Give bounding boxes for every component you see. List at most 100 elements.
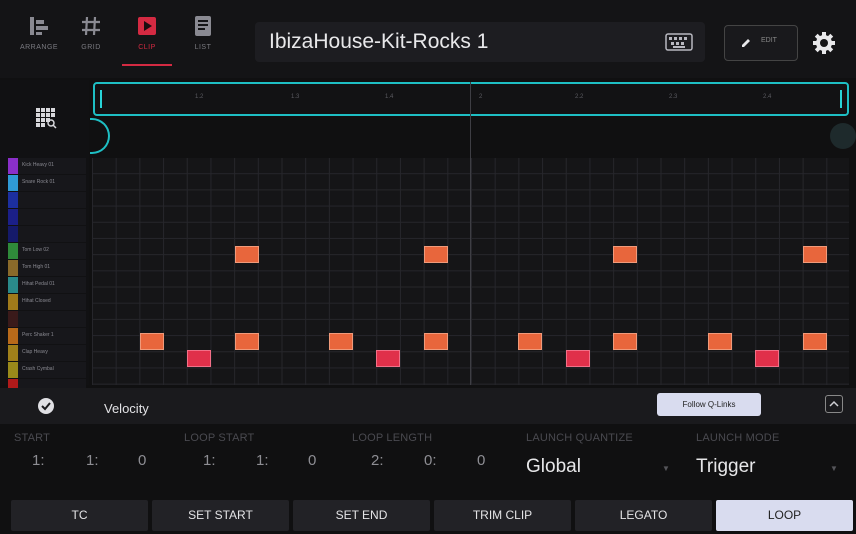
note-orange[interactable] xyxy=(708,333,732,350)
pad-name: Tom High 01 xyxy=(22,264,51,270)
note-orange[interactable] xyxy=(613,246,637,263)
pad-list-panel: Kick Heavy 01 Snare Rock 01 Tom Low 02 Tom … xyxy=(0,80,89,395)
timeline-tick: 2.3 xyxy=(669,94,678,100)
grid-icon xyxy=(82,16,100,36)
pad-color-swatch xyxy=(8,345,18,361)
legato-button[interactable]: LEGATO xyxy=(575,500,712,531)
loop-start-bars[interactable]: 1: xyxy=(203,452,216,469)
collapse-button[interactable] xyxy=(825,395,843,413)
note-orange[interactable] xyxy=(424,333,448,350)
note-orange[interactable] xyxy=(803,333,827,350)
pad-color-swatch xyxy=(8,311,18,327)
launch-quantize-label: LAUNCH QUANTIZE xyxy=(526,432,633,444)
chevron-down-icon[interactable]: ▼ xyxy=(662,464,670,473)
timeline-tick: 2 xyxy=(479,94,483,100)
pad-name: Snare Rock 01 xyxy=(22,179,56,185)
pad-row[interactable]: Tom Low 02 xyxy=(8,243,86,259)
note-orange[interactable] xyxy=(235,246,259,263)
chevron-up-icon xyxy=(829,400,839,407)
pad-color-swatch xyxy=(8,328,18,344)
list-icon xyxy=(195,16,211,36)
pad-name: Hihat Pedal 01 xyxy=(22,281,55,287)
pad-row[interactable] xyxy=(8,226,86,242)
follow-qlinks-button[interactable]: Follow Q-Links xyxy=(657,393,761,416)
note-red[interactable] xyxy=(187,350,211,367)
pad-row[interactable]: Snare Rock 01 xyxy=(8,175,86,191)
loop-end-marker[interactable] xyxy=(840,90,842,108)
loop-length-label: LOOP LENGTH xyxy=(352,432,433,444)
pad-color-swatch xyxy=(8,158,18,174)
pad-name: Hihat Closed xyxy=(22,298,51,304)
pad-color-swatch xyxy=(8,294,18,310)
loop-button[interactable]: LOOP xyxy=(716,500,853,531)
keyboard-icon[interactable] xyxy=(665,33,693,56)
pad-name: Kick Heavy 01 xyxy=(22,162,54,168)
loop-length-bars[interactable]: 2: xyxy=(371,452,384,469)
tab-list[interactable]: LIST xyxy=(178,14,228,70)
loop-end-handle[interactable] xyxy=(830,123,856,149)
tab-arrange-label: ARRANGE xyxy=(19,44,59,51)
pad-row[interactable] xyxy=(8,192,86,208)
pad-row[interactable]: Perc Shaker 1 xyxy=(8,328,86,344)
loop-start-ticks[interactable]: 0 xyxy=(308,452,316,469)
note-orange[interactable] xyxy=(518,333,542,350)
note-orange[interactable] xyxy=(613,333,637,350)
note-red[interactable] xyxy=(755,350,779,367)
pad-color-swatch xyxy=(8,362,18,378)
pad-color-swatch xyxy=(8,243,18,259)
tab-clip-label: CLIP xyxy=(138,44,156,51)
loop-length-ticks[interactable]: 0 xyxy=(477,452,485,469)
trim-clip-button[interactable]: TRIM CLIP xyxy=(434,500,571,531)
clip-name-field[interactable]: IbizaHouse-Kit-Rocks 1 xyxy=(255,22,705,62)
chevron-down-icon[interactable]: ▼ xyxy=(830,464,838,473)
pad-row[interactable]: Hihat Pedal 01 xyxy=(8,277,86,293)
note-orange[interactable] xyxy=(140,333,164,350)
pad-row[interactable]: Kick Heavy 01 xyxy=(8,158,86,174)
bar-line xyxy=(470,82,471,385)
timeline-tick: 1.2 xyxy=(195,94,204,100)
pencil-icon xyxy=(742,39,750,47)
edit-button[interactable]: EDIT xyxy=(724,25,798,61)
set-end-button[interactable]: SET END xyxy=(293,500,430,531)
tab-arrange[interactable]: ARRANGE xyxy=(14,14,64,70)
tc-button[interactable]: TC xyxy=(11,500,148,531)
pad-color-swatch xyxy=(8,175,18,191)
pad-row[interactable]: Crash Cymbal xyxy=(8,362,86,378)
loop-start-handle[interactable] xyxy=(90,118,110,154)
launch-quantize-value[interactable]: Global xyxy=(526,456,581,478)
pad-grid-view-icon[interactable] xyxy=(35,107,57,134)
set-start-button[interactable]: SET START xyxy=(152,500,289,531)
pad-color-swatch xyxy=(8,209,18,225)
start-bars[interactable]: 1: xyxy=(32,452,45,469)
pad-row[interactable]: Hihat Closed xyxy=(8,294,86,310)
note-red[interactable] xyxy=(376,350,400,367)
loop-start-label: LOOP START xyxy=(184,432,255,444)
pad-color-swatch xyxy=(8,260,18,276)
tab-list-label: LIST xyxy=(194,44,212,51)
start-beats[interactable]: 1: xyxy=(86,452,99,469)
pad-name: Clap Heavy xyxy=(22,349,48,355)
pad-name: Tom Low 02 xyxy=(22,247,49,253)
loop-start-beats[interactable]: 1: xyxy=(256,452,269,469)
tab-grid[interactable]: GRID xyxy=(66,14,116,70)
pad-color-swatch xyxy=(8,277,18,293)
note-orange[interactable] xyxy=(424,246,448,263)
pad-row[interactable] xyxy=(8,311,86,327)
note-orange[interactable] xyxy=(235,333,259,350)
note-red[interactable] xyxy=(566,350,590,367)
timeline-ruler[interactable]: 1.2 1.3 1.4 2 2.2 2.3 2.4 xyxy=(93,82,849,116)
top-bar: ARRANGE GRID CLIP LIST IbizaHouse-Kit-Ro… xyxy=(0,0,856,78)
pad-row[interactable]: Clap Heavy xyxy=(8,345,86,361)
pad-row[interactable]: Tom High 01 xyxy=(8,260,86,276)
tab-clip[interactable]: CLIP xyxy=(122,14,172,66)
loop-length-beats[interactable]: 0: xyxy=(424,452,437,469)
loop-start-marker[interactable] xyxy=(100,90,102,108)
check-icon[interactable] xyxy=(37,397,55,420)
note-orange[interactable] xyxy=(803,246,827,263)
start-ticks[interactable]: 0 xyxy=(138,452,146,469)
gear-icon[interactable] xyxy=(812,31,836,60)
pad-row[interactable] xyxy=(8,209,86,225)
launch-mode-value[interactable]: Trigger xyxy=(696,456,755,478)
pad-name: Perc Shaker 1 xyxy=(22,332,54,338)
note-orange[interactable] xyxy=(329,333,353,350)
